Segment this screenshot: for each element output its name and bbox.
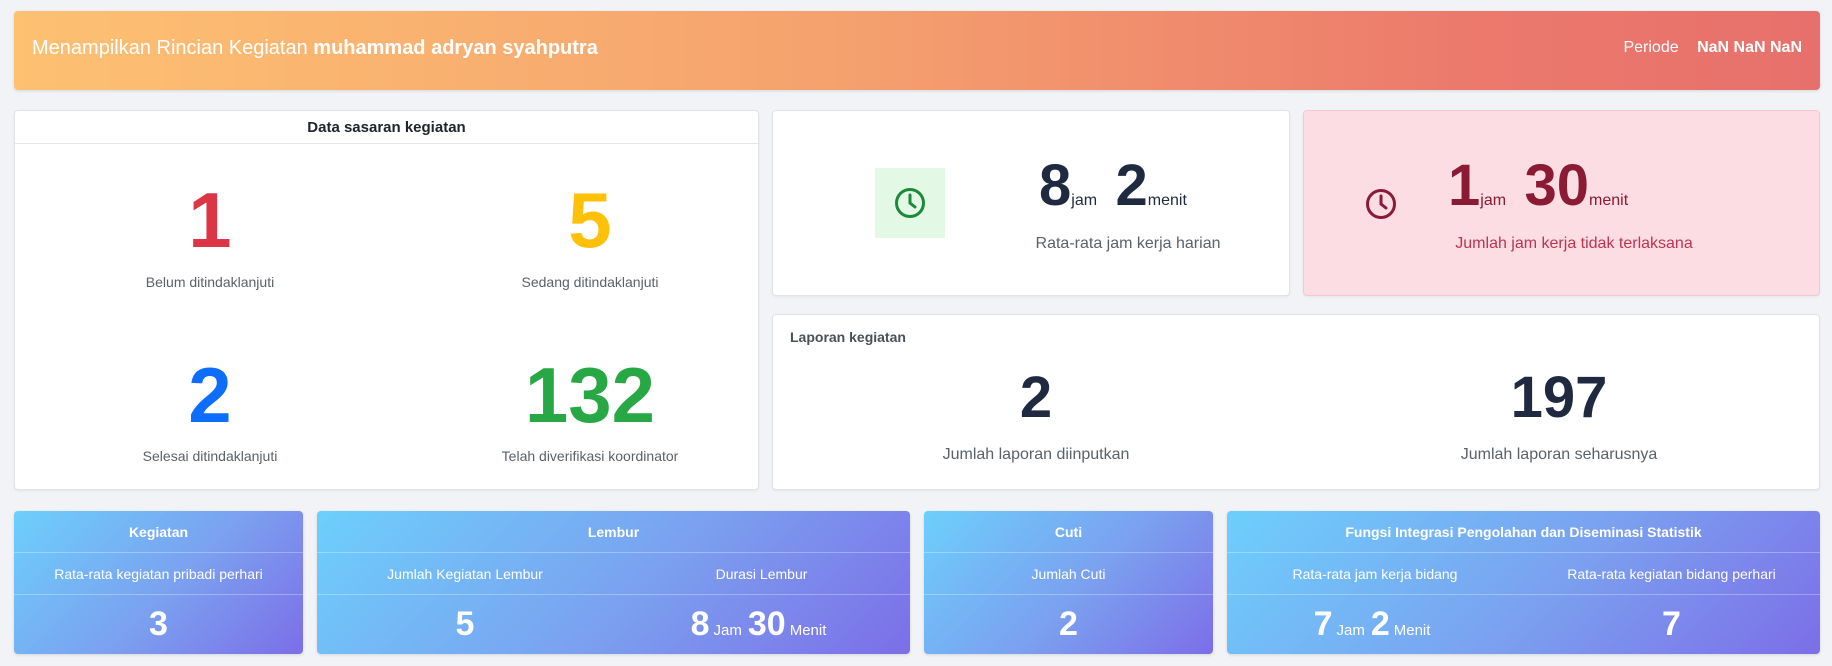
lembur-menit-unit: Menit: [789, 622, 827, 639]
lembur-menit: 30: [747, 605, 786, 643]
rata-hours-unit: jam: [1071, 192, 1098, 209]
period-info: Periode NaN NaN NaN: [1623, 39, 1802, 57]
fungsi-jam-label: Rata-rata jam kerja bidang: [1292, 566, 1458, 582]
tidak-value: 1jam 30menit: [1448, 157, 1628, 215]
sasaran-card: Data sasaran kegiatan 1 Belum ditindakla…: [14, 110, 759, 490]
verifikasi-count: 132: [524, 351, 656, 439]
laporan-seharusnya-count: 197: [1510, 365, 1608, 430]
laporan-title: Laporan kegiatan: [790, 329, 906, 345]
user-name: muhammad adryan syahputra: [313, 37, 598, 59]
lembur-jam-unit: Jam: [713, 622, 742, 639]
lembur-durasi-value: 8 Jam 30 Menit: [613, 595, 910, 653]
belum-label: Belum ditindaklanjuti: [145, 274, 275, 290]
kegiatan-sub: Rata-rata kegiatan pribadi perhari: [14, 553, 303, 595]
period-label: Periode: [1623, 39, 1679, 56]
sedang-count: 5: [568, 176, 612, 264]
kegiatan-title: Kegiatan: [14, 511, 303, 553]
cuti-sub: Jumlah Cuti: [924, 553, 1213, 595]
cuti-title: Cuti: [924, 511, 1213, 553]
fungsi-title: Fungsi Integrasi Pengolahan dan Disemina…: [1227, 511, 1820, 553]
laporan-diinput-count: 2: [1019, 365, 1053, 430]
tidak-label: Jumlah jam kerja tidak terlaksana: [1455, 235, 1693, 252]
rata-hours: 8: [1039, 153, 1072, 218]
tidak-minutes: 30: [1524, 153, 1590, 218]
selesai-label: Selesai ditindaklanjuti: [142, 448, 278, 464]
tidak-hours-unit: jam: [1480, 192, 1507, 209]
clock-icon: [1364, 187, 1398, 226]
rata-jam-card: 8jam 2menit Rata-rata jam kerja harian: [772, 110, 1290, 296]
title-prefix: Menampilkan Rincian Kegiatan: [32, 37, 308, 59]
lembur-card: Lembur Jumlah Kegiatan Lembur Durasi Lem…: [317, 511, 910, 654]
fungsi-kegiatan-label: Rata-rata kegiatan bidang perhari: [1567, 566, 1776, 582]
verifikasi-label: Telah diverifikasi koordinator: [501, 448, 679, 464]
lembur-jam: 8: [690, 605, 710, 643]
laporan-diinput-label: Jumlah laporan diinputkan: [942, 446, 1130, 463]
fungsi-jam: 7: [1313, 605, 1333, 643]
header-banner: Menampilkan Rincian Kegiatan muhammad ad…: [14, 11, 1820, 90]
lembur-title: Lembur: [317, 511, 910, 553]
rata-minutes-unit: menit: [1147, 192, 1187, 209]
fungsi-kegiatan-value: 7: [1662, 605, 1681, 643]
tidak-hours: 1: [1448, 153, 1481, 218]
lembur-jumlah-value: 5: [455, 605, 475, 643]
kegiatan-value: 3: [149, 605, 168, 643]
page-title: Menampilkan Rincian Kegiatan muhammad ad…: [32, 37, 598, 60]
sedang-label: Sedang ditindaklanjuti: [521, 274, 659, 290]
tidak-minutes-unit: menit: [1589, 192, 1629, 209]
belum-count: 1: [188, 176, 232, 264]
rata-jam-label: Rata-rata jam kerja harian: [1035, 235, 1221, 252]
cuti-card: Cuti Jumlah Cuti 2: [924, 511, 1213, 654]
cuti-value: 2: [1059, 605, 1078, 643]
lembur-jumlah-label: Jumlah Kegiatan Lembur: [387, 566, 543, 582]
rata-jam-value: 8jam 2menit: [1039, 157, 1187, 215]
kegiatan-card: Kegiatan Rata-rata kegiatan pribadi perh…: [14, 511, 303, 654]
fungsi-card: Fungsi Integrasi Pengolahan dan Disemina…: [1227, 511, 1820, 654]
laporan-card: Laporan kegiatan 2 Jumlah laporan diinpu…: [772, 314, 1820, 490]
period-value: NaN NaN NaN: [1697, 39, 1802, 56]
fungsi-menit: 2: [1370, 605, 1390, 643]
rata-minutes: 2: [1115, 153, 1148, 218]
fungsi-jam-unit: Jam: [1336, 622, 1365, 639]
tidak-terlaksana-card: 1jam 30menit Jumlah jam kerja tidak terl…: [1303, 110, 1820, 296]
fungsi-jam-value: 7 Jam 2 Menit: [1227, 595, 1523, 653]
laporan-seharusnya-label: Jumlah laporan seharusnya: [1460, 446, 1658, 463]
sasaran-title: Data sasaran kegiatan: [15, 111, 758, 144]
selesai-count: 2: [188, 351, 232, 439]
lembur-durasi-label: Durasi Lembur: [715, 566, 808, 582]
clock-icon: [875, 168, 945, 238]
fungsi-menit-unit: Menit: [1393, 622, 1431, 639]
